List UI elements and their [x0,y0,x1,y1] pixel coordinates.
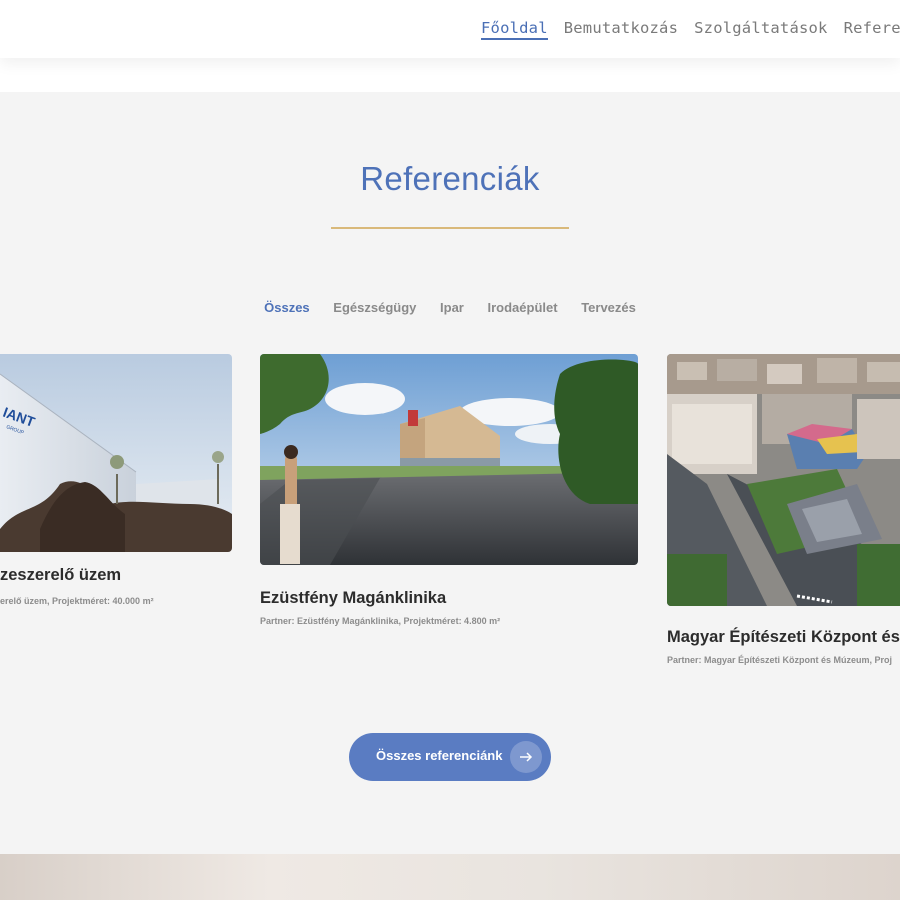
card-image-clinic[interactable] [260,354,638,565]
reference-card[interactable]: IANT GROUP zeszerelő üzem erelő üzem, Pr… [0,354,232,624]
reference-card[interactable]: Magyar Építészeti Központ és Mú Partner:… [667,354,900,674]
filter-tab-tervezes[interactable]: Tervezés [581,300,636,315]
section-title: Referenciák [360,160,540,197]
nav-item-fooldal[interactable]: Főoldal [481,19,548,40]
card-title[interactable]: Ezüstfény Magánklinika [260,589,446,608]
filter-tabs: Összes Egészségügy Ipar Irodaépület Terv… [0,300,900,315]
card-subtitle: Partner: Ezüstfény Magánklinika, Projekt… [260,616,501,626]
nav-item-szolgaltatasok[interactable]: Szolgáltatások [694,19,827,37]
card-subtitle: erelő üzem, Projektméret: 40.000 m² [0,596,154,606]
main-nav: Főoldal Bemutatkozás Szolgáltatások Referen [481,19,900,40]
card-subtitle: Partner: Magyar Építészeti Központ és Mú… [667,655,893,665]
reference-card[interactable]: Ezüstfény Magánklinika Partner: Ezüstfén… [260,354,638,634]
filter-tab-irodaepulet[interactable]: Irodaépület [487,300,557,315]
card-title[interactable]: Magyar Építészeti Központ és Mú [667,628,900,647]
card-title[interactable]: zeszerelő üzem [0,566,121,585]
all-references-button[interactable]: Összes referenciánk [349,733,551,781]
all-references-button-label: Összes referenciánk [376,748,503,763]
title-divider [331,227,569,229]
nav-item-bemutatkozas[interactable]: Bemutatkozás [564,19,678,37]
nav-item-referenciak[interactable]: Referen [844,19,900,37]
filter-tab-osszes[interactable]: Összes [264,300,310,315]
arrow-right-icon [510,741,542,773]
card-image-museum-aerial[interactable] [667,354,900,606]
site-header: Főoldal Bemutatkozás Szolgáltatások Referen [0,0,900,58]
card-image-factory[interactable]: IANT GROUP [0,354,232,552]
references-section: Referenciák Összes Egészségügy Ipar Irod… [0,92,900,854]
next-section-preview [0,854,900,900]
filter-tab-ipar[interactable]: Ipar [440,300,464,315]
filter-tab-egeszsegugy[interactable]: Egészségügy [333,300,416,315]
